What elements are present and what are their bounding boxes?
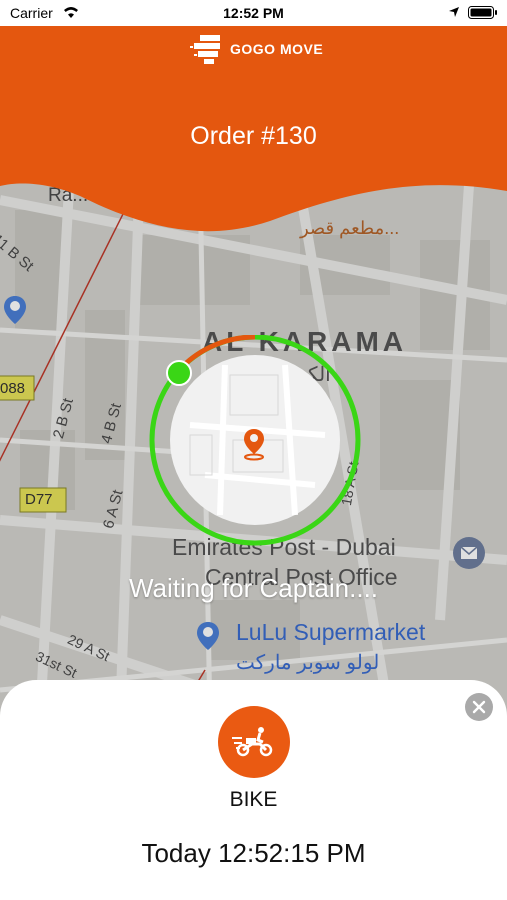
close-button[interactable] (465, 693, 493, 721)
logo-icon (190, 35, 220, 64)
status-bar: Carrier 12:52 PM (0, 0, 507, 26)
vehicle-type-badge (218, 706, 290, 778)
map-pin-icon (244, 429, 264, 461)
close-icon (472, 700, 486, 714)
vehicle-type-label: BIKE (229, 788, 278, 811)
waiting-status-text: Waiting for Captain.... (128, 573, 379, 603)
battery-icon (468, 6, 497, 19)
brand-logo: GOGO MOVE (190, 32, 323, 66)
order-title: Order #130 (190, 122, 317, 150)
brand-name: GOGO MOVE (230, 41, 324, 57)
clock: 12:52 PM (223, 5, 284, 21)
bike-icon (232, 727, 273, 757)
booking-timestamp: Today 12:52:15 PM (141, 838, 366, 868)
location-arrow-icon (449, 7, 459, 17)
